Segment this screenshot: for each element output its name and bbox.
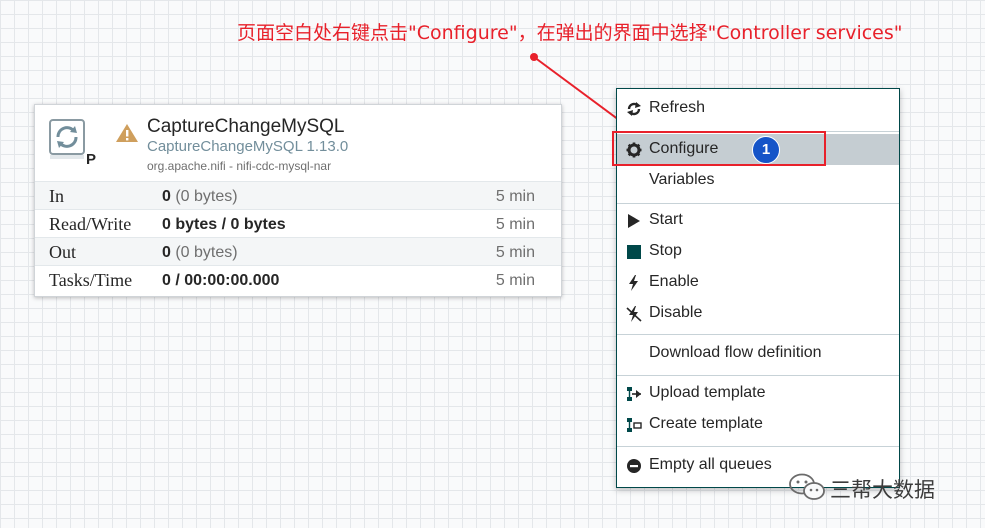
menu-item-stop[interactable]: Stop xyxy=(617,236,899,267)
processor-type: CaptureChangeMySQL 1.13.0 xyxy=(147,138,349,155)
stat-label: Out xyxy=(49,242,76,262)
annotation-text: 页面空白处右键点击"Configure"，在弹出的界面中选择"Controlle… xyxy=(237,22,903,44)
lightning-icon xyxy=(626,275,642,291)
stat-label: Tasks/Time xyxy=(49,270,133,290)
menu-item-refresh[interactable]: Refresh xyxy=(617,93,899,124)
menu-label: Enable xyxy=(649,273,699,290)
stop-icon xyxy=(626,244,642,260)
stat-label: In xyxy=(49,186,64,206)
menu-label: Disable xyxy=(649,304,703,321)
stat-value: 0 (0 bytes) xyxy=(162,244,238,261)
stat-time: 5 min xyxy=(495,272,535,289)
step-badge: 1 xyxy=(752,136,780,164)
stat-row-read-write: Read/Write 0 bytes / 0 bytes 5 min xyxy=(35,209,561,237)
processor-name: CaptureChangeMySQL xyxy=(147,116,345,137)
processor-bundle: org.apache.nifi - nifi-cdc-mysql-nar xyxy=(147,159,332,173)
menu-item-download-flow-definition[interactable]: Download flow definition xyxy=(617,338,899,369)
menu-label: Upload template xyxy=(649,384,766,401)
menu-separator xyxy=(617,375,899,376)
configure-highlight-box xyxy=(612,131,826,166)
menu-label: Refresh xyxy=(649,99,706,116)
stat-value: 0 / 00:00:00.000 xyxy=(162,272,280,289)
stat-row-in: In 0 (0 bytes) 5 min xyxy=(35,181,561,209)
menu-item-enable[interactable]: Enable xyxy=(617,267,899,298)
menu-label: Start xyxy=(649,211,683,228)
watermark: 三帮大数据 xyxy=(788,470,968,506)
stat-row-out: Out 0 (0 bytes) 5 min xyxy=(35,237,561,265)
watermark-text: 三帮大数据 xyxy=(830,478,935,502)
menu-label: Stop xyxy=(649,242,682,259)
processor-icon: P xyxy=(49,119,97,168)
menu-separator xyxy=(617,334,899,335)
stat-value: 0 (0 bytes) xyxy=(162,188,238,205)
disable-icon xyxy=(626,306,642,322)
warning-icon[interactable] xyxy=(115,123,139,143)
processor-badge: P xyxy=(86,151,97,168)
play-icon xyxy=(626,213,642,229)
menu-item-create-template[interactable]: Create template xyxy=(617,409,899,440)
stat-time: 5 min xyxy=(495,244,535,261)
arrow-start-dot xyxy=(530,53,538,61)
menu-item-upload-template[interactable]: Upload template xyxy=(617,378,899,409)
menu-label: Empty all queues xyxy=(649,456,772,473)
create-template-icon xyxy=(626,417,642,433)
upload-template-icon xyxy=(626,386,642,402)
minus-circle-icon xyxy=(626,458,642,474)
menu-separator xyxy=(617,446,899,447)
menu-label: Create template xyxy=(649,415,763,432)
menu-item-variables[interactable]: Variables xyxy=(617,165,899,196)
menu-separator xyxy=(617,203,899,204)
processor-stats: In 0 (0 bytes) 5 min Read/Write 0 bytes … xyxy=(35,181,561,293)
stat-label: Read/Write xyxy=(49,214,132,234)
menu-item-start[interactable]: Start xyxy=(617,205,899,236)
processor-card[interactable]: P CaptureChangeMySQL CaptureChangeMySQL … xyxy=(34,104,562,297)
stat-row-tasks-time: Tasks/Time 0 / 00:00:00.000 5 min xyxy=(35,265,561,293)
wechat-icon xyxy=(788,472,826,502)
stat-time: 5 min xyxy=(495,188,535,205)
menu-label: Variables xyxy=(649,171,715,188)
stat-time: 5 min xyxy=(495,216,535,233)
menu-item-disable[interactable]: Disable xyxy=(617,298,899,329)
menu-label: Download flow definition xyxy=(649,344,822,361)
refresh-icon xyxy=(626,101,642,117)
stat-value: 0 bytes / 0 bytes xyxy=(162,216,286,233)
